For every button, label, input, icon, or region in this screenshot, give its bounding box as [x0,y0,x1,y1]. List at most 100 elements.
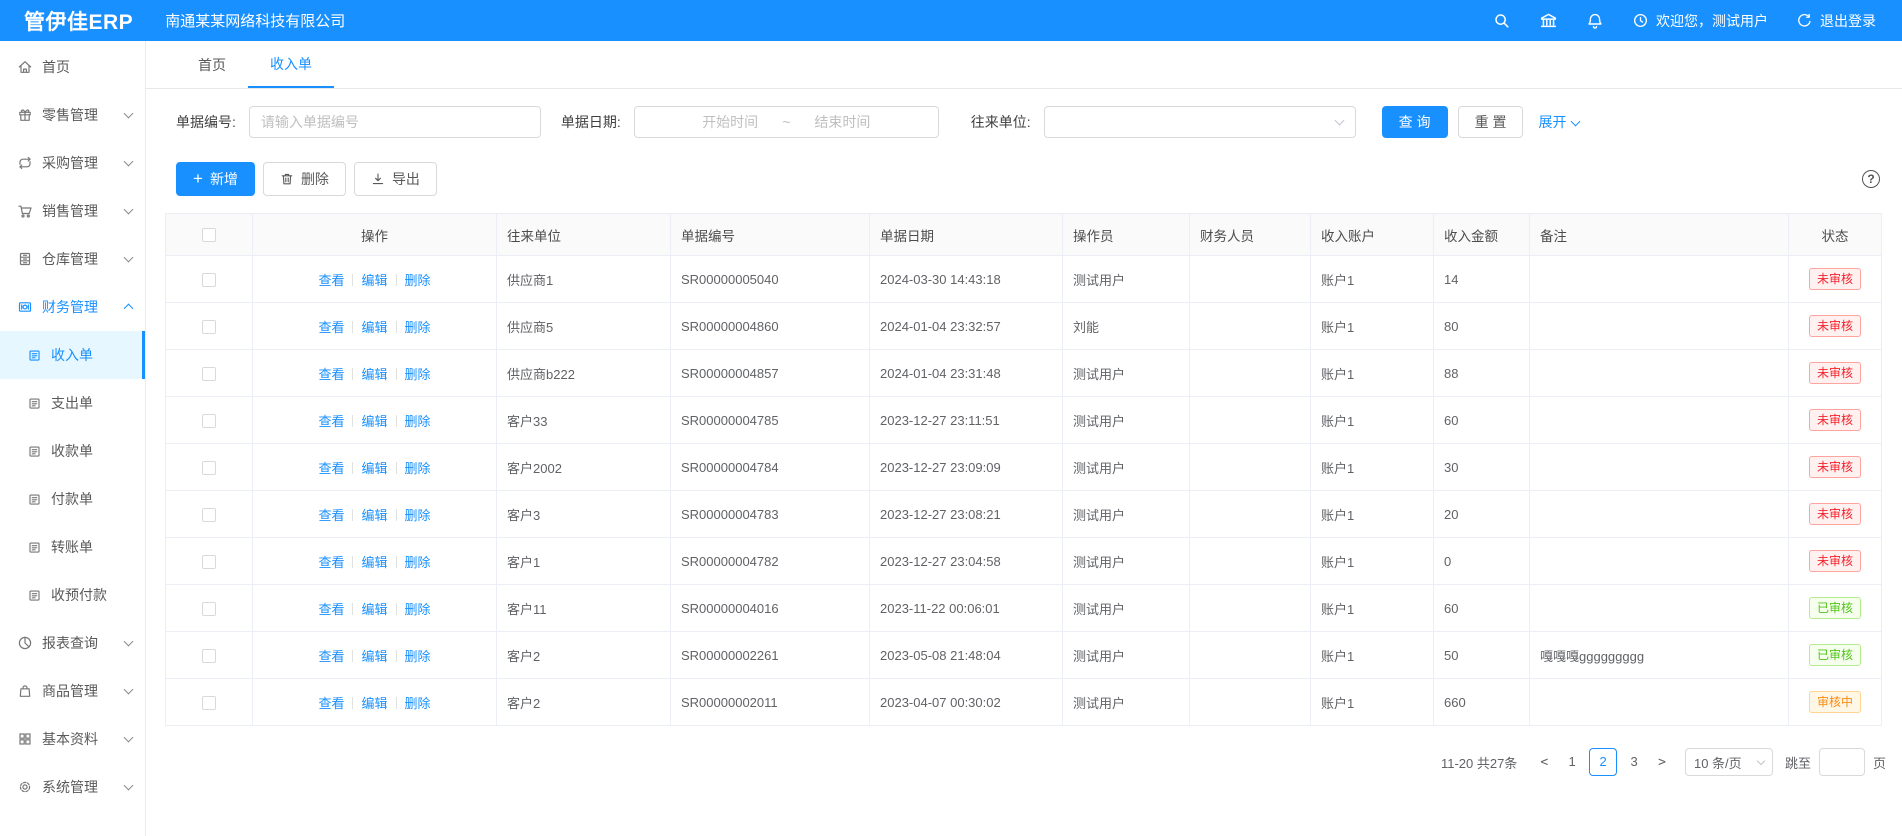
edit-link[interactable]: 编辑 [361,555,387,570]
delete-link[interactable]: 删除 [405,602,431,617]
search-button[interactable]: 查 询 [1382,106,1448,138]
content-panel: 单据编号: 单据日期: 开始时间 ~ 结束时间 往来单位: 查 询 重 置 [146,89,1902,836]
sidebar-item-system[interactable]: 系统管理 [0,763,145,811]
prev-page-arrow[interactable]: < [1531,755,1557,770]
view-link[interactable]: 查看 [318,555,344,570]
sidebar-subitem-transfer-bill[interactable]: 转账单 [0,523,145,571]
expand-toggle[interactable]: 展开 [1538,112,1579,132]
status-cell: 未审核 [1789,303,1882,350]
delete-link[interactable]: 删除 [405,414,431,429]
next-page-arrow[interactable]: > [1649,755,1675,770]
action-divider [396,368,397,380]
row-checkbox[interactable] [202,649,216,663]
delete-link[interactable]: 删除 [405,461,431,476]
sidebar-subitem-expense-bill[interactable]: 支出单 [0,379,145,427]
reset-button[interactable]: 重 置 [1458,106,1524,138]
bell-icon[interactable] [1586,12,1604,30]
sidebar-item-retail[interactable]: 零售管理 [0,91,145,139]
row-checkbox[interactable] [202,414,216,428]
page-number-2-current[interactable]: 2 [1589,748,1617,776]
row-checkbox[interactable] [202,508,216,522]
sidebar-item-basic-data[interactable]: 基本资料 [0,715,145,763]
operator-cell: 测试用户 [1063,397,1190,444]
view-link[interactable]: 查看 [318,602,344,617]
page-number-1[interactable]: 1 [1559,748,1585,776]
row-checkbox[interactable] [202,696,216,710]
row-checkbox[interactable] [202,602,216,616]
export-button[interactable]: 导出 [354,162,437,196]
home-bank-icon[interactable] [1539,11,1558,30]
logout-button[interactable]: 退出登录 [1796,11,1876,31]
delete-link[interactable]: 删除 [405,367,431,382]
edit-link[interactable]: 编辑 [361,273,387,288]
delete-link[interactable]: 删除 [405,273,431,288]
edit-link[interactable]: 编辑 [361,414,387,429]
delete-link[interactable]: 删除 [405,555,431,570]
account-cell: 账户1 [1311,491,1434,538]
action-divider [352,462,353,474]
action-divider [352,274,353,286]
edit-link[interactable]: 编辑 [361,320,387,335]
finance-staff-cell [1190,256,1311,303]
delete-link[interactable]: 删除 [405,508,431,523]
view-link[interactable]: 查看 [318,649,344,664]
row-checkbox[interactable] [202,273,216,287]
delete-button[interactable]: 删除 [263,162,346,196]
select-all-checkbox[interactable] [202,228,216,242]
tab-income-bill[interactable]: 收入单 [248,41,334,88]
bill-no-cell: SR00000002011 [671,679,870,726]
row-checkbox[interactable] [202,367,216,381]
sidebar-item-reports[interactable]: 报表查询 [0,619,145,667]
search-icon[interactable] [1493,12,1511,30]
edit-link[interactable]: 编辑 [361,367,387,382]
edit-link[interactable]: 编辑 [361,508,387,523]
row-checkbox[interactable] [202,555,216,569]
row-checkbox[interactable] [202,461,216,475]
sidebar-subitem-payment-bill[interactable]: 付款单 [0,475,145,523]
sidebar-subitem-receipt-bill[interactable]: 收款单 [0,427,145,475]
delete-link[interactable]: 删除 [405,696,431,711]
col-amount: 收入金额 [1434,214,1530,256]
sidebar-subitem-income-bill[interactable]: 收入单 [0,331,145,379]
delete-link[interactable]: 删除 [405,320,431,335]
bill-date-cell: 2023-12-27 23:09:09 [870,444,1063,491]
sidebar-subitem-advance-payment[interactable]: 收预付款 [0,571,145,619]
user-welcome[interactable]: 欢迎您，测试用户 [1632,11,1768,31]
date-range-picker[interactable]: 开始时间 ~ 结束时间 [634,106,939,138]
partner-select[interactable] [1044,106,1356,138]
delete-link[interactable]: 删除 [405,649,431,664]
row-checkbox[interactable] [202,320,216,334]
finance-staff-cell [1190,350,1311,397]
jump-page-input[interactable] [1819,748,1865,776]
tab-home[interactable]: 首页 [176,41,248,88]
page-number-3[interactable]: 3 [1621,748,1647,776]
finance-staff-cell [1190,397,1311,444]
sidebar-item-home[interactable]: 首页 [0,43,145,91]
page-size-select[interactable]: 10 条/页 [1685,748,1773,776]
sidebar-item-finance[interactable]: 财务管理 [0,283,145,331]
view-link[interactable]: 查看 [318,414,344,429]
view-link[interactable]: 查看 [318,320,344,335]
row-actions-cell: 查看 编辑 删除 [253,491,497,538]
edit-link[interactable]: 编辑 [361,461,387,476]
edit-link[interactable]: 编辑 [361,602,387,617]
edit-link[interactable]: 编辑 [361,649,387,664]
add-button[interactable]: + 新增 [176,162,255,196]
view-link[interactable]: 查看 [318,508,344,523]
chevron-down-icon [1571,116,1581,126]
sidebar-item-purchase[interactable]: 采购管理 [0,139,145,187]
view-link[interactable]: 查看 [318,696,344,711]
help-icon[interactable]: ? [1862,170,1880,188]
edit-link[interactable]: 编辑 [361,696,387,711]
sidebar-item-goods[interactable]: 商品管理 [0,667,145,715]
sidebar-item-warehouse[interactable]: 仓库管理 [0,235,145,283]
view-link[interactable]: 查看 [318,461,344,476]
bill-no-input[interactable] [249,106,541,138]
col-finance-staff: 财务人员 [1190,214,1311,256]
view-link[interactable]: 查看 [318,273,344,288]
view-link[interactable]: 查看 [318,367,344,382]
sidebar-item-sales[interactable]: 销售管理 [0,187,145,235]
bill-no-cell: SR00000005040 [671,256,870,303]
user-clock-icon [1632,12,1649,29]
pie-chart-icon [17,635,33,651]
